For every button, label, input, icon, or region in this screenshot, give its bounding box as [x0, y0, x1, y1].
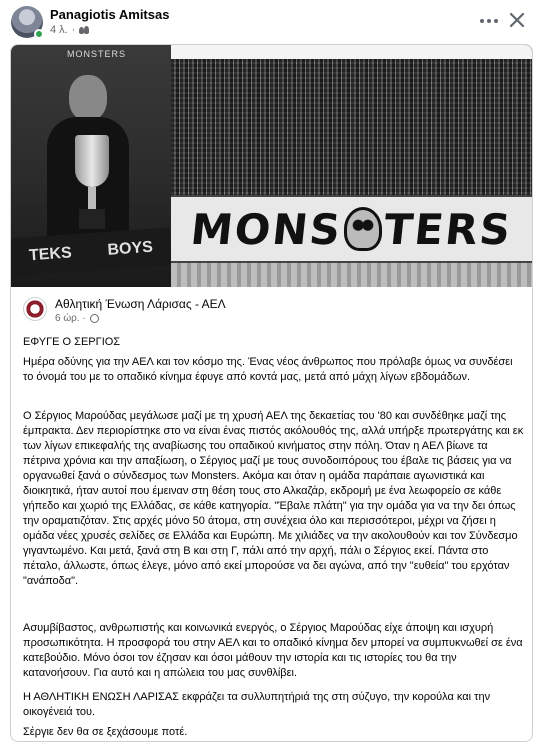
- page-logo[interactable]: [23, 297, 47, 321]
- close-icon: [509, 12, 525, 28]
- close-button[interactable]: [504, 7, 530, 33]
- shared-post-meta: 6 ώρ. ·: [55, 313, 99, 324]
- scarf-text-right: BOYS: [106, 238, 154, 259]
- photo-man-with-trophy: MONSTERS TEKS BOYS: [11, 45, 171, 287]
- banner-text-left: MONS: [188, 204, 345, 254]
- dot-separator: ·: [71, 24, 76, 36]
- crowd: [171, 59, 532, 199]
- more-options-button[interactable]: [476, 8, 502, 34]
- friends-icon[interactable]: [79, 26, 90, 34]
- post-paragraph: Ασυμβίβαστος, ανθρωπιστής και κοινωνικά …: [23, 622, 523, 679]
- shared-post-card[interactable]: MONSTERS TEKS BOYS MONS TERS Αθλητική Έν…: [10, 44, 533, 742]
- sign-text: MONSTERS: [67, 49, 127, 59]
- stadium-ground: [171, 263, 532, 287]
- scarf: TEKS BOYS: [11, 227, 171, 277]
- more-horizontal-icon: [480, 19, 484, 23]
- post-time[interactable]: 4 λ.: [50, 24, 68, 36]
- trophy-icon: [67, 135, 117, 235]
- scarf-text-left: TEKS: [28, 244, 73, 265]
- page-name[interactable]: Αθλητική Ένωση Λάρισας - ΑΕΛ: [55, 297, 226, 311]
- author-name[interactable]: Panagiotis Amitsas: [50, 7, 169, 22]
- online-status-icon: [34, 29, 44, 39]
- author-avatar[interactable]: [11, 6, 44, 39]
- post-paragraph: Η ΑΘΛΗΤΙΚΗ ΕΝΩΣΗ ΛΑΡΙΣΑΣ εκφράζει τα συλ…: [23, 691, 491, 718]
- shared-post-header: Αθλητική Ένωση Λάρισας - ΑΕΛ 6 ώρ. ·: [23, 297, 503, 331]
- skull-icon: [343, 207, 382, 251]
- post-title: ΕΦΥΓΕ Ο ΣΕΡΓΙΟΣ: [23, 336, 121, 348]
- post-paragraph: Ο Σέργιος Μαρούδας μεγάλωσε μαζί με τη χ…: [23, 410, 524, 587]
- shared-photo[interactable]: MONSTERS TEKS BOYS MONS TERS: [11, 45, 532, 287]
- post-header: Panagiotis Amitsas 4 λ. ·: [0, 0, 535, 42]
- globe-icon: [89, 314, 99, 323]
- shared-post-time[interactable]: 6 ώρ. ·: [55, 313, 86, 324]
- banner-text-right: TERS: [381, 204, 515, 254]
- post-closing-line: Σέργιε δεν θα σε ξεχάσουμε ποτέ.: [23, 726, 188, 738]
- photo-stadium-crowd: MONS TERS: [171, 45, 532, 287]
- post-meta: 4 λ. ·: [50, 24, 90, 36]
- post-paragraph: Ημέρα οδύνης για την ΑΕΛ και τον κόσμο τ…: [23, 356, 513, 383]
- monsters-banner: MONS TERS: [171, 195, 532, 263]
